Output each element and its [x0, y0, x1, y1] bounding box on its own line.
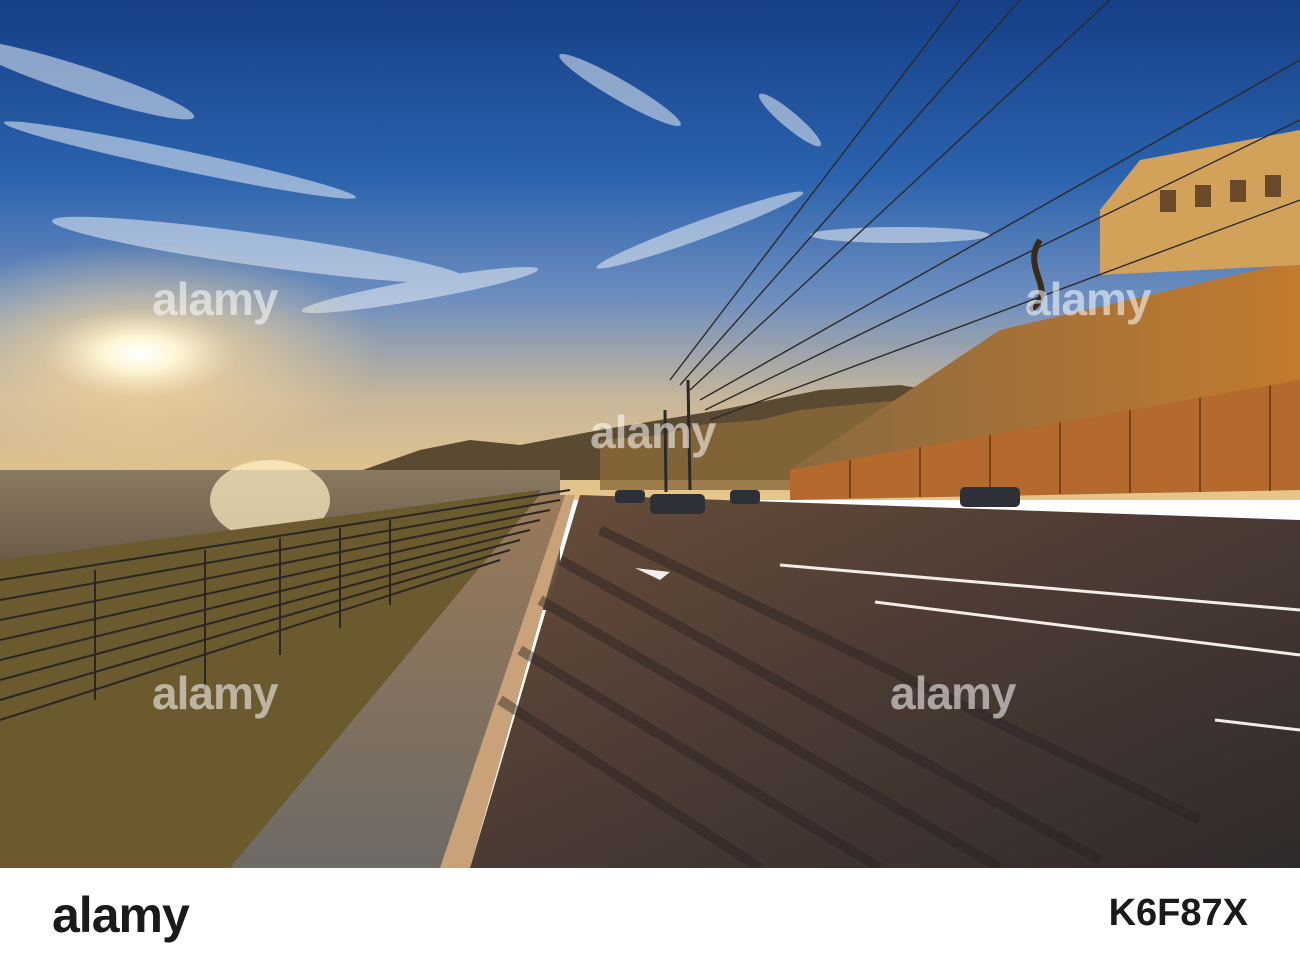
alamy-logo: alamy — [52, 887, 190, 943]
watermark-center: alamy — [590, 406, 716, 458]
image-id: K6F87X — [1108, 892, 1248, 934]
watermark-bottom-left: alamy — [152, 667, 278, 719]
watermark-top-right: alamy — [1025, 273, 1151, 325]
watermark-bottom-middle: alamy — [890, 667, 1016, 719]
watermark-top-left: alamy — [152, 273, 278, 325]
footer-bar: alamy K6F87X — [0, 868, 1300, 957]
stock-photo-frame: alamy alamy alamy alamy alamy alamy K6F8… — [0, 0, 1300, 957]
